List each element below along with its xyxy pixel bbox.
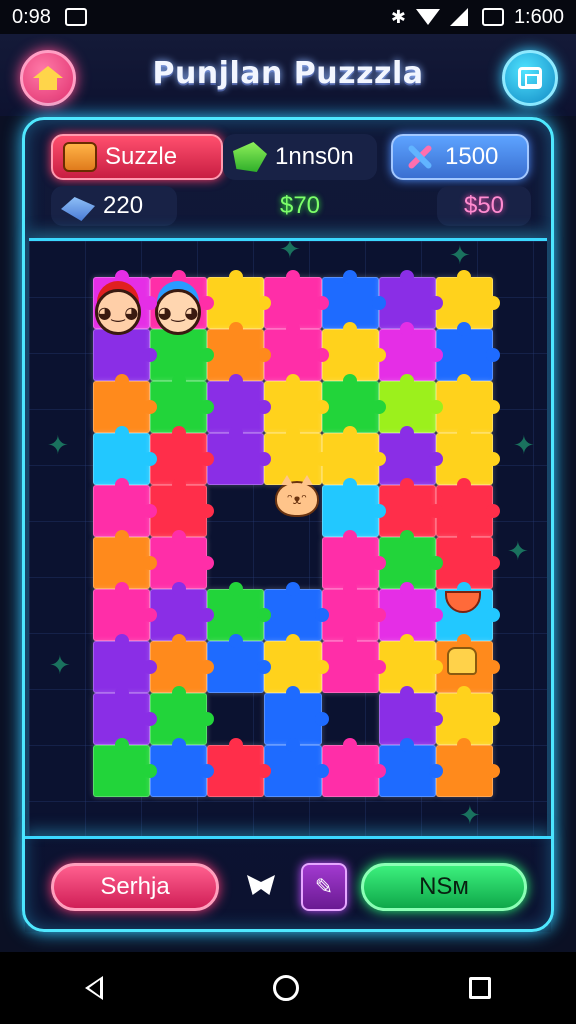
sparkle-icon: ✦ xyxy=(47,431,69,461)
game-title: Punjlan Puzzzla xyxy=(152,56,424,91)
character-icon xyxy=(63,142,97,172)
back-icon[interactable] xyxy=(85,976,103,1000)
pudding-icon xyxy=(447,647,477,675)
status-bar: 0:98 ✱ 1:600 xyxy=(0,0,576,34)
puzzle-piece-icon xyxy=(233,142,267,172)
sparkle-icon: ✦ xyxy=(449,241,471,271)
cat-face-icon: ᵔᴥᵔ xyxy=(275,475,319,517)
puzzle-piece[interactable] xyxy=(207,426,272,485)
puzzle-grid[interactable] xyxy=(93,270,501,797)
sparkle-icon: ✦ xyxy=(513,431,535,461)
coins-right: $50 xyxy=(437,186,531,226)
sparkle-icon: ✦ xyxy=(49,651,71,681)
puzzle-piece[interactable] xyxy=(207,738,272,797)
puzzle-piece[interactable] xyxy=(321,738,386,797)
suzzle-badge[interactable]: Suzzle xyxy=(51,134,223,180)
left-action-button[interactable]: Serhja xyxy=(51,863,219,911)
right-action-button[interactable]: NSм xyxy=(361,863,527,911)
hint-icon: ✎ xyxy=(314,874,334,900)
puzzle-piece[interactable] xyxy=(435,738,501,797)
character-blue-hair-icon: ◕‿◕ xyxy=(155,289,201,335)
sparkle-icon: ✦ xyxy=(507,537,529,567)
puzzle-board-area: ✦ ✦ ✦ ✦ ✦ ✦ ✦ ◕‿◕ ◕‿◕ ᵔᴥᵔ xyxy=(29,238,547,836)
mid-value: $70 xyxy=(279,192,321,219)
moves-value: 1nns0n xyxy=(275,143,354,170)
recent-apps-icon[interactable] xyxy=(469,977,491,999)
wifi-icon xyxy=(415,9,440,25)
key-icon xyxy=(61,197,95,221)
flag-icon[interactable] xyxy=(247,875,275,895)
puzzle-piece[interactable] xyxy=(378,738,444,797)
home-circle-icon[interactable] xyxy=(273,975,299,1001)
character-red-hat-icon: ◕‿◕ xyxy=(95,289,141,335)
status-right-label: 1:600 xyxy=(513,5,564,28)
puzzle-piece[interactable] xyxy=(264,738,329,797)
menu-button[interactable] xyxy=(502,50,558,106)
gallery-icon xyxy=(64,8,87,26)
level-counter: 220 xyxy=(51,186,177,226)
menu-icon xyxy=(518,67,542,89)
coins-mid: $70 xyxy=(225,186,375,226)
hint-button[interactable]: ✎ xyxy=(301,863,347,911)
puzzle-piece[interactable] xyxy=(321,634,386,693)
points-value: 1500 xyxy=(445,143,499,170)
bluetooth-icon: ✱ xyxy=(390,6,406,27)
sparkle-icon: ✦ xyxy=(459,801,481,831)
empty-slot[interactable] xyxy=(207,485,264,537)
right-value: $50 xyxy=(463,192,505,219)
game-frame: Suzzle 1nns0n 1500 220 $70 $50 ✦ ✦ ✦ ✦ ✦… xyxy=(22,117,554,932)
sparkle-icon: ✦ xyxy=(279,238,301,265)
bottom-controls: Serhja ✎ NSм xyxy=(25,836,551,932)
level-value: 220 xyxy=(103,192,144,219)
game-header: Punjlan Puzzzla xyxy=(0,34,576,116)
signal-icon xyxy=(449,8,468,26)
suzzle-label: Suzzle xyxy=(105,143,178,170)
status-time: 0:98 xyxy=(12,5,51,28)
puzzle-piece[interactable] xyxy=(207,634,272,693)
battery-icon xyxy=(481,8,504,26)
moves-counter: 1nns0n xyxy=(223,134,377,180)
system-nav-bar xyxy=(0,952,576,1024)
puzzle-piece[interactable] xyxy=(93,738,158,797)
crossed-tools-icon xyxy=(403,142,437,172)
puzzle-piece[interactable] xyxy=(150,738,215,797)
points-counter[interactable]: 1500 xyxy=(391,134,529,180)
